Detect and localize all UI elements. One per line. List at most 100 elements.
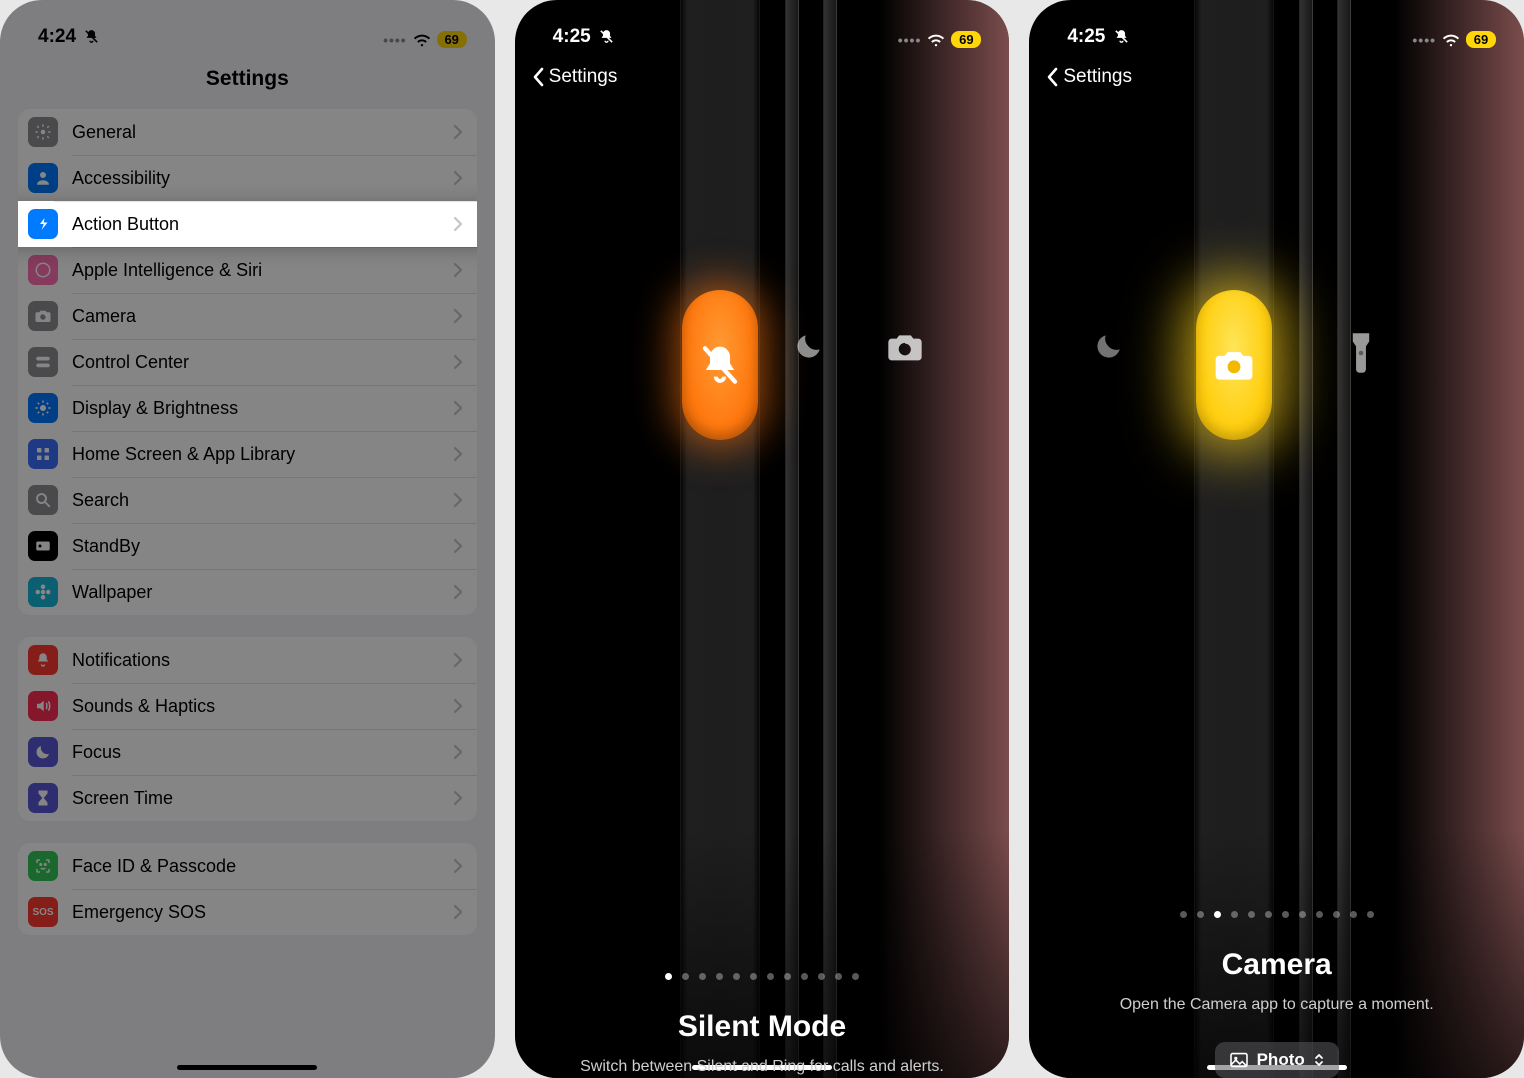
settings-row-standby[interactable]: StandBy [18, 523, 477, 569]
row-label: Focus [72, 742, 439, 763]
settings-row-emergency-sos[interactable]: SOS Emergency SOS [18, 889, 477, 935]
pager-dot[interactable] [750, 973, 757, 980]
battery-indicator: 69 [1466, 31, 1496, 48]
face-icon [28, 851, 58, 881]
settings-row-sounds-haptics[interactable]: Sounds & Haptics [18, 683, 477, 729]
pager-dot[interactable] [699, 973, 706, 980]
wifi-icon [927, 33, 945, 47]
battery-indicator: 69 [437, 31, 467, 48]
settings-screen: 4:24 •••• 69 Settings GeneralAccessibili… [0, 0, 495, 1078]
pager-dot[interactable] [1265, 911, 1272, 918]
photo-icon [1229, 1052, 1249, 1068]
chevron-right-icon [453, 790, 463, 806]
settings-row-notifications[interactable]: Notifications [18, 637, 477, 683]
chevron-right-icon [453, 308, 463, 324]
pager-dot[interactable] [1299, 911, 1306, 918]
status-bar: 4:25 •••• 69 [515, 0, 1010, 52]
page-indicator[interactable] [1029, 409, 1524, 918]
person-icon [28, 163, 58, 193]
pager-dot[interactable] [1197, 911, 1204, 918]
settings-list[interactable]: General Accessibility Action ButtonApple I… [0, 109, 495, 935]
wifi-icon [1442, 33, 1460, 47]
chevron-right-icon [453, 262, 463, 278]
settings-row-home-screen-app-library[interactable]: Home Screen & App Library [18, 431, 477, 477]
feature-title: Silent Mode [515, 1010, 1010, 1044]
chevron-right-icon [453, 354, 463, 370]
settings-row-camera[interactable]: Camera [18, 293, 477, 339]
sos-icon: SOS [28, 897, 58, 927]
settings-row-focus[interactable]: Focus [18, 729, 477, 775]
row-label: Sounds & Haptics [72, 696, 439, 717]
home-indicator[interactable] [177, 1065, 317, 1070]
pager-dot[interactable] [1350, 911, 1357, 918]
pager-dot[interactable] [1214, 911, 1221, 918]
pager-dot[interactable] [835, 973, 842, 980]
pager-dot[interactable] [767, 973, 774, 980]
pager-dot[interactable] [784, 973, 791, 980]
settings-row-screen-time[interactable]: Screen Time [18, 775, 477, 821]
action-button-camera-screen: 4:25 •••• 69 Settings Camera Open the Ca… [1029, 0, 1524, 1078]
moon-icon [28, 737, 58, 767]
row-label: Search [72, 490, 439, 511]
chevron-right-icon [453, 652, 463, 668]
back-button[interactable]: Settings [515, 52, 1010, 102]
pager-dot[interactable] [1248, 911, 1255, 918]
pager-dot[interactable] [665, 973, 672, 980]
row-label: Control Center [72, 352, 439, 373]
pager-dot[interactable] [1316, 911, 1323, 918]
settings-row-control-center[interactable]: Control Center [18, 339, 477, 385]
status-time: 4:25 [1067, 26, 1129, 48]
pager-dot[interactable] [852, 973, 859, 980]
row-label: Accessibility [72, 168, 439, 189]
updown-icon [1313, 1052, 1325, 1068]
camera-mode-label: Photo [1257, 1050, 1305, 1070]
settings-row-wallpaper[interactable]: Wallpaper [18, 569, 477, 615]
pager-dot[interactable] [1282, 911, 1289, 918]
chevron-right-icon [453, 400, 463, 416]
chevron-right-icon [453, 446, 463, 462]
settings-group: Face ID & Passcode SOS Emergency SOS [18, 843, 477, 935]
chevron-right-icon [453, 124, 463, 140]
row-label: Screen Time [72, 788, 439, 809]
pager-dot[interactable] [1231, 911, 1238, 918]
chevron-right-icon [453, 492, 463, 508]
settings-row-action-button[interactable]: Action Button [18, 201, 477, 247]
pager-dot[interactable] [1180, 911, 1187, 918]
grid-icon [28, 439, 58, 469]
flower-icon [28, 577, 58, 607]
chevron-right-icon [453, 904, 463, 920]
bell-icon [28, 645, 58, 675]
settings-row-display-brightness[interactable]: Display & Brightness [18, 385, 477, 431]
settings-row-search[interactable]: Search [18, 477, 477, 523]
settings-group: General Accessibility Action ButtonApple I… [18, 109, 477, 615]
pager-dot[interactable] [733, 973, 740, 980]
row-label: StandBy [72, 536, 439, 557]
row-label: Wallpaper [72, 582, 439, 603]
pager-dot[interactable] [818, 973, 825, 980]
settings-row-apple-intelligence-siri[interactable]: Apple Intelligence & Siri [18, 247, 477, 293]
pager-dot[interactable] [682, 973, 689, 980]
settings-row-accessibility[interactable]: Accessibility [18, 155, 477, 201]
feature-description: Switch between Silent and Ring for calls… [515, 1044, 1010, 1078]
speaker-icon [28, 691, 58, 721]
row-label: Emergency SOS [72, 902, 439, 923]
chevron-right-icon [453, 584, 463, 600]
pager-dot[interactable] [716, 973, 723, 980]
settings-row-face-id-passcode[interactable]: Face ID & Passcode [18, 843, 477, 889]
battery-indicator: 69 [951, 31, 981, 48]
signal-dots: •••• [898, 32, 922, 48]
hourglass-icon [28, 783, 58, 813]
camera-icon [28, 301, 58, 331]
camera-mode-selector[interactable]: Photo [1215, 1042, 1339, 1078]
pager-dot[interactable] [801, 973, 808, 980]
back-button[interactable]: Settings [1029, 52, 1524, 102]
chevron-right-icon [453, 170, 463, 186]
page-indicator[interactable] [515, 471, 1010, 980]
status-time: 4:24 [38, 26, 100, 48]
pager-dot[interactable] [1367, 911, 1374, 918]
standby-icon [28, 531, 58, 561]
row-label: Face ID & Passcode [72, 856, 439, 877]
settings-row-general[interactable]: General [18, 109, 477, 155]
status-bar: 4:25 •••• 69 [1029, 0, 1524, 52]
pager-dot[interactable] [1333, 911, 1340, 918]
